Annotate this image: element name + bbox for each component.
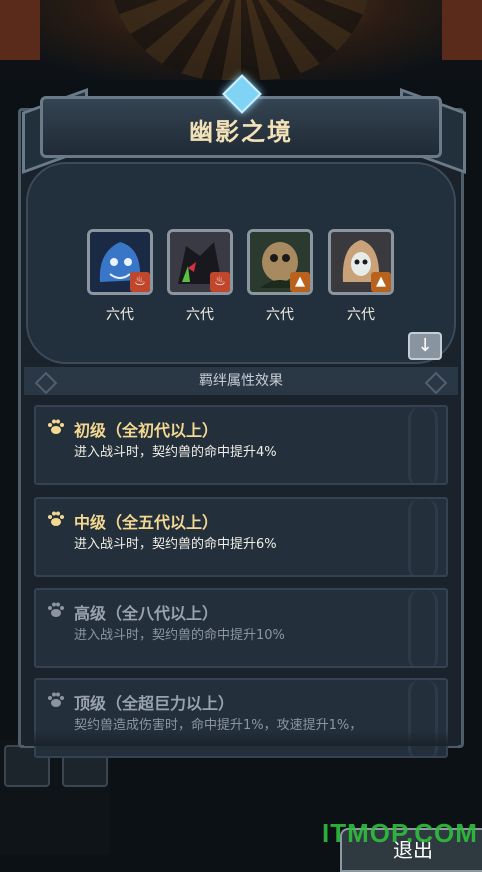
bond-tier-card: 高级（全八代以上） 进入战斗时，契约兽的命中提升10% bbox=[34, 588, 448, 668]
pet-portrait[interactable]: ▲ bbox=[328, 229, 394, 295]
bond-tier-title: 高级（全八代以上） bbox=[74, 604, 219, 623]
section-title: 羁绊属性效果 bbox=[199, 373, 283, 389]
scroll-fade bbox=[24, 730, 458, 746]
background-curtain-right bbox=[442, 0, 482, 60]
bond-tier-card: 中级（全五代以上） 进入战斗时，契约兽的命中提升6% bbox=[34, 497, 448, 577]
paw-icon bbox=[48, 692, 64, 707]
card-ornament bbox=[408, 680, 438, 756]
paw-icon bbox=[48, 511, 64, 526]
expand-button[interactable]: ↓ bbox=[408, 332, 442, 360]
diamond-ornament-icon bbox=[424, 371, 448, 395]
card-ornament bbox=[408, 590, 438, 666]
bond-tier-desc: 进入战斗时，契约兽的命中提升4% bbox=[74, 445, 277, 460]
card-ornament bbox=[408, 407, 438, 483]
bond-tier-card: 顶级（全超巨力以上） 契约兽造成伤害时，命中提升1%，攻速提升1%， bbox=[34, 678, 448, 758]
bond-tier-desc: 进入战斗时，契约兽的命中提升10% bbox=[74, 628, 285, 643]
pet-portrait[interactable]: ♨ bbox=[167, 229, 233, 295]
card-ornament bbox=[408, 499, 438, 575]
pet-portrait[interactable]: ♨ bbox=[87, 229, 153, 295]
fire-element-icon: ♨ bbox=[210, 272, 230, 292]
paw-icon bbox=[48, 419, 64, 434]
pet-generation-label: 六代 bbox=[266, 307, 294, 323]
paw-icon bbox=[48, 602, 64, 617]
bond-tier-title: 初级（全初代以上） bbox=[74, 421, 219, 440]
pet-portrait[interactable]: ▲ bbox=[247, 229, 313, 295]
pet-generation-label: 六代 bbox=[106, 307, 134, 323]
arrow-down-icon: ↓ bbox=[417, 335, 433, 356]
section-header: 羁绊属性效果 bbox=[24, 367, 458, 395]
bond-tier-desc: 进入战斗时，契约兽的命中提升6% bbox=[74, 537, 277, 552]
bond-tier-title: 顶级（全超巨力以上） bbox=[74, 694, 235, 713]
earth-element-icon: ▲ bbox=[290, 272, 310, 292]
bond-tier-card: 初级（全初代以上） 进入战斗时，契约兽的命中提升4% bbox=[34, 405, 448, 485]
watermark: ITMOP.COM bbox=[322, 818, 478, 848]
bond-tier-title: 中级（全五代以上） bbox=[74, 513, 219, 532]
diamond-ornament-icon bbox=[34, 371, 58, 395]
earth-element-icon: ▲ bbox=[371, 272, 391, 292]
pet-generation-label: 六代 bbox=[347, 307, 375, 323]
pet-generation-label: 六代 bbox=[186, 307, 214, 323]
background-curtain-left bbox=[0, 0, 40, 60]
dialog-title: 幽影之境 bbox=[189, 118, 293, 146]
fire-element-icon: ♨ bbox=[130, 272, 150, 292]
